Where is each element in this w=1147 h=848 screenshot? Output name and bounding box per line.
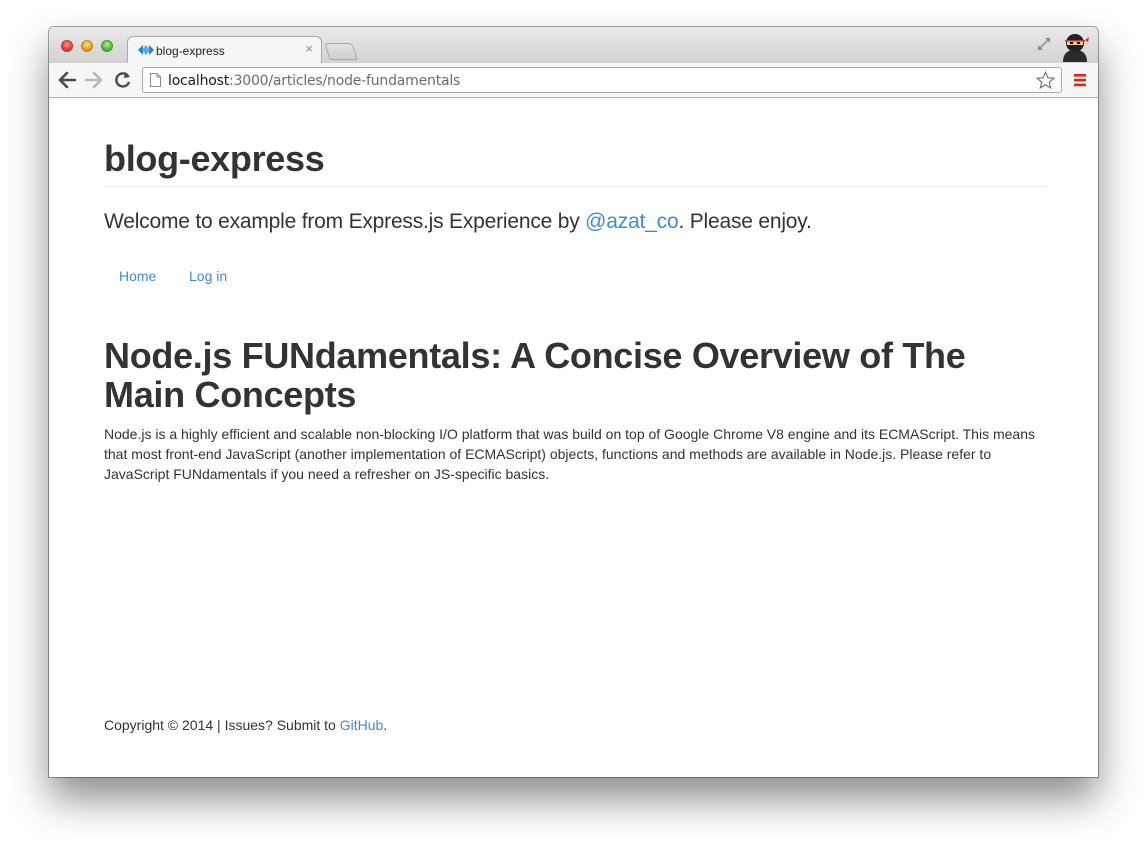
page-icon: [150, 73, 161, 87]
welcome-lead: Welcome to example from Express.js Exper…: [104, 210, 812, 234]
browser-window: blog-express × localhost:3000/articles/n…: [49, 27, 1098, 777]
zoom-window-button[interactable]: [101, 40, 113, 52]
reload-icon[interactable]: [113, 71, 133, 89]
lead-tail: . Please enjoy.: [678, 210, 812, 233]
github-link[interactable]: GitHub: [340, 717, 384, 733]
footer-period: .: [383, 717, 388, 733]
url-text: localhost:3000/articles/node-fundamental…: [168, 73, 460, 89]
browser-toolbar: localhost:3000/articles/node-fundamental…: [49, 63, 1098, 98]
nav-home-link[interactable]: Home: [119, 268, 156, 284]
tab-title: blog-express: [156, 44, 225, 58]
url-host: localhost: [168, 73, 230, 89]
minimize-window-button[interactable]: [81, 40, 93, 52]
article-title: Node.js FUNdamentals: A Concise Overview…: [104, 335, 966, 415]
footer-text: Copyright © 2014 | Issues? Submit to: [104, 717, 340, 733]
nav-login-link[interactable]: Log in: [189, 268, 227, 284]
new-tab-button[interactable]: [324, 43, 358, 60]
tab-strip: blog-express ×: [49, 27, 1098, 63]
lead-text: Welcome to example from Express.js Exper…: [104, 210, 586, 233]
diamond-arrows-icon: [138, 45, 154, 55]
tab-blog-express[interactable]: blog-express ×: [127, 36, 322, 63]
star-icon[interactable]: [1036, 71, 1055, 90]
back-arrow-icon[interactable]: [57, 71, 77, 89]
page-viewport: blog-express Welcome to example from Exp…: [49, 98, 1098, 777]
close-window-button[interactable]: [61, 40, 73, 52]
ninja-avatar-icon[interactable]: [1060, 32, 1090, 62]
forward-arrow-icon[interactable]: [84, 71, 104, 89]
article-body: Node.js is a highly efficient and scalab…: [104, 426, 1035, 482]
footer: Copyright © 2014 | Issues? Submit to Git…: [104, 717, 387, 733]
site-title: blog-express: [104, 138, 325, 179]
screen: blog-express × localhost:3000/articles/n…: [0, 0, 1147, 848]
header-divider: [104, 186, 1045, 187]
address-bar[interactable]: localhost:3000/articles/node-fundamental…: [142, 67, 1062, 93]
author-link[interactable]: @azat_co: [585, 210, 678, 233]
close-tab-icon[interactable]: ×: [305, 41, 313, 56]
fullscreen-icon[interactable]: [1036, 36, 1052, 52]
url-path: :3000/articles/node-fundamentals: [229, 73, 461, 89]
hamburger-menu-icon[interactable]: [1073, 72, 1087, 88]
